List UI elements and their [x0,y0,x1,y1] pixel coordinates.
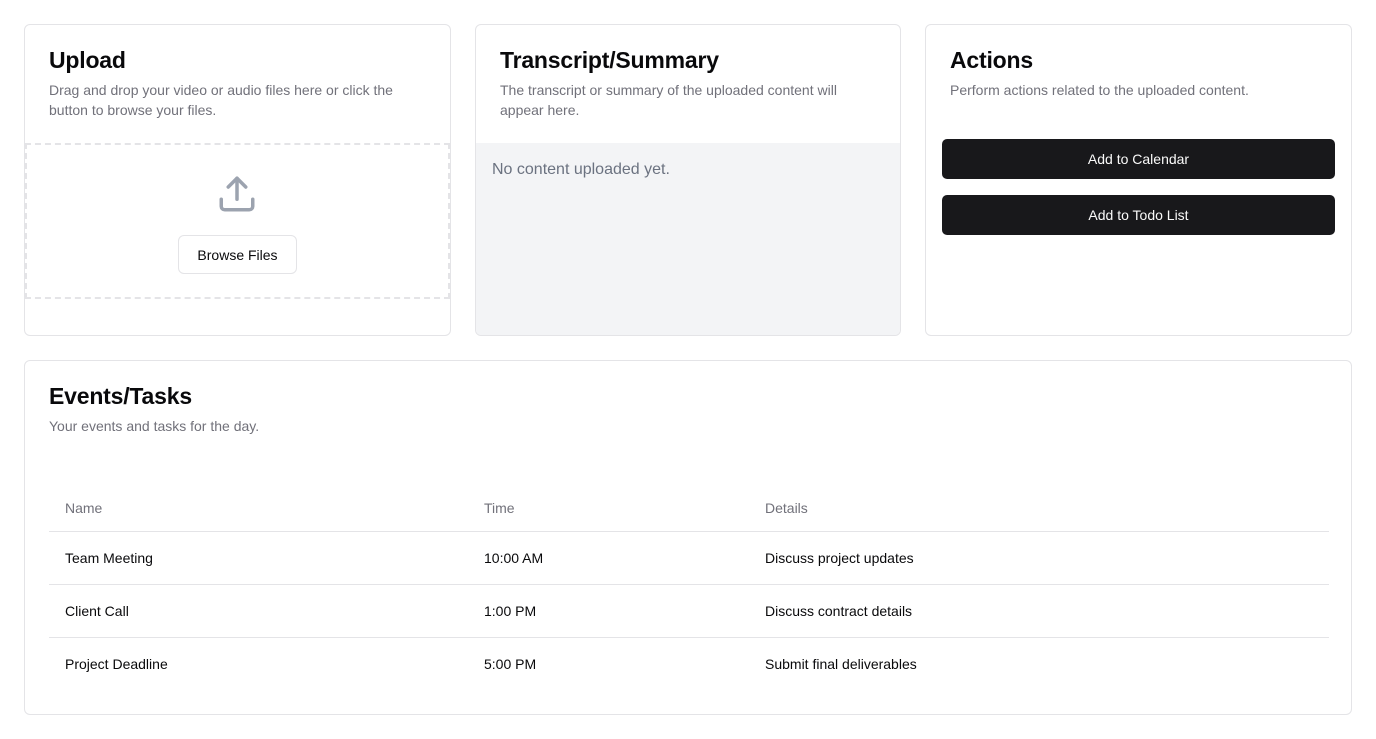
column-header-time: Time [468,485,749,532]
event-name: Project Deadline [65,655,168,672]
column-header-name: Name [49,485,468,532]
transcript-content-area: No content uploaded yet. [476,143,900,335]
upload-title: Upload [49,47,126,73]
upload-description: Drag and drop your video or audio files … [49,82,393,118]
table-row: Client Call 1:00 PM Discuss contract det… [49,584,1329,638]
transcript-empty-text: No content uploaded yet. [492,161,670,178]
upload-card: Upload Drag and drop your video or audio… [24,24,451,336]
transcript-description: The transcript or summary of the uploade… [500,82,837,118]
actions-title: Actions [950,47,1033,73]
event-time: 10:00 AM [468,531,749,585]
event-details: Discuss contract details [749,584,1329,638]
actions-card: Actions Perform actions related to the u… [925,24,1352,336]
table-header-row: Name Time Details [49,485,1329,532]
event-details: Discuss project updates [749,531,1329,585]
file-dropzone[interactable]: Browse Files [25,143,450,299]
transcript-title: Transcript/Summary [500,47,719,73]
events-description: Your events and tasks for the day. [49,418,260,434]
events-title: Events/Tasks [49,383,192,409]
event-time: 5:00 PM [484,655,537,672]
event-name: Client Call [49,584,468,638]
browse-files-button[interactable]: Browse Files [178,235,297,274]
column-header-details: Details [749,485,1329,532]
event-time: 1:00 PM [468,584,749,638]
add-to-calendar-button[interactable]: Add to Calendar [942,139,1335,179]
table-row: Team Meeting 10:00 AM Discuss project up… [49,531,1329,585]
events-table: Name Time Details Team Meeting 10:00 AM … [49,485,1329,690]
transcript-card: Transcript/Summary The transcript or sum… [475,24,901,336]
upload-icon [216,173,258,215]
event-name: Team Meeting [49,531,468,585]
table-row: Project Deadline 5:00 PM Submit final de… [49,637,1329,690]
events-card: Events/Tasks Your events and tasks for t… [24,360,1352,715]
add-to-todo-list-button[interactable]: Add to Todo List [942,195,1335,235]
actions-description: Perform actions related to the uploaded … [950,82,1249,98]
event-details: Submit final deliverables [765,655,917,672]
